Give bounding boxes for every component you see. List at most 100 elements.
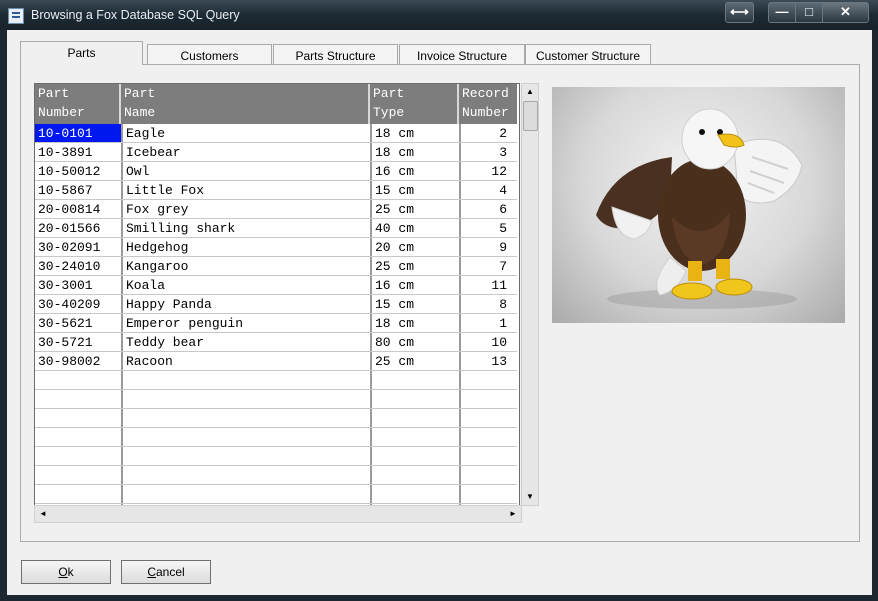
cell-record[interactable]: 5 <box>461 219 517 238</box>
cell-type[interactable]: 80 cm <box>372 333 459 352</box>
column-header-part-name[interactable]: Part Name <box>121 84 370 124</box>
column-header-part-number[interactable]: Part Number <box>35 84 121 124</box>
empty-cell[interactable] <box>372 409 459 428</box>
cell-name[interactable]: Emperor penguin <box>123 314 370 333</box>
empty-cell[interactable] <box>123 371 370 390</box>
cell-number[interactable]: 10-5867 <box>35 181 121 200</box>
empty-cell[interactable] <box>372 390 459 409</box>
cell-type[interactable]: 18 cm <box>372 143 459 162</box>
cell-type[interactable]: 25 cm <box>372 257 459 276</box>
cell-type[interactable]: 18 cm <box>372 314 459 333</box>
cell-record[interactable]: 12 <box>461 162 517 181</box>
empty-cell[interactable] <box>372 371 459 390</box>
empty-cell[interactable] <box>123 428 370 447</box>
cell-number[interactable]: 30-98002 <box>35 352 121 371</box>
empty-cell[interactable] <box>461 428 517 447</box>
tab-customer-structure[interactable]: Customer Structure <box>525 44 651 66</box>
cell-record[interactable]: 6 <box>461 200 517 219</box>
empty-cell[interactable] <box>35 390 121 409</box>
empty-cell[interactable] <box>372 428 459 447</box>
cell-record[interactable]: 8 <box>461 295 517 314</box>
cell-name[interactable]: Eagle <box>123 124 370 143</box>
ok-button[interactable]: Ok <box>21 560 111 584</box>
horizontal-scrollbar[interactable]: ◄ ► <box>34 505 522 523</box>
cell-name[interactable]: Smilling shark <box>123 219 370 238</box>
scroll-up-arrow-icon[interactable]: ▲ <box>522 84 538 100</box>
cell-number[interactable]: 10-0101 <box>35 124 121 143</box>
cell-record[interactable]: 1 <box>461 314 517 333</box>
empty-cell[interactable] <box>35 371 121 390</box>
cell-number[interactable]: 30-40209 <box>35 295 121 314</box>
empty-cell[interactable] <box>372 447 459 466</box>
cell-record[interactable]: 11 <box>461 276 517 295</box>
cell-name[interactable]: Owl <box>123 162 370 181</box>
cell-number[interactable]: 30-5721 <box>35 333 121 352</box>
cell-name[interactable]: Teddy bear <box>123 333 370 352</box>
column-header-record-number[interactable]: Record Number <box>459 84 517 124</box>
cell-number[interactable]: 30-5621 <box>35 314 121 333</box>
empty-cell[interactable] <box>461 447 517 466</box>
cell-type[interactable]: 15 cm <box>372 295 459 314</box>
column-header-part-type[interactable]: Part Type <box>370 84 459 124</box>
empty-cell[interactable] <box>461 466 517 485</box>
cell-number[interactable]: 30-24010 <box>35 257 121 276</box>
empty-cell[interactable] <box>123 485 370 504</box>
scroll-thumb[interactable] <box>523 101 538 131</box>
cell-name[interactable]: Icebear <box>123 143 370 162</box>
cell-record[interactable]: 3 <box>461 143 517 162</box>
cell-record[interactable]: 10 <box>461 333 517 352</box>
cell-number[interactable]: 30-3001 <box>35 276 121 295</box>
empty-cell[interactable] <box>35 447 121 466</box>
empty-cell[interactable] <box>35 409 121 428</box>
cell-name[interactable]: Happy Panda <box>123 295 370 314</box>
empty-cell[interactable] <box>461 371 517 390</box>
cell-type[interactable]: 15 cm <box>372 181 459 200</box>
cancel-button[interactable]: Cancel <box>121 560 211 584</box>
tab-parts[interactable]: Parts <box>20 41 143 65</box>
cell-name[interactable]: Kangaroo <box>123 257 370 276</box>
cell-type[interactable]: 20 cm <box>372 238 459 257</box>
cell-number[interactable]: 20-00814 <box>35 200 121 219</box>
empty-cell[interactable] <box>35 428 121 447</box>
empty-cell[interactable] <box>123 466 370 485</box>
cell-name[interactable]: Racoon <box>123 352 370 371</box>
tab-customers[interactable]: Customers <box>147 44 272 66</box>
empty-cell[interactable] <box>461 409 517 428</box>
cell-type[interactable]: 18 cm <box>372 124 459 143</box>
cell-number[interactable]: 10-3891 <box>35 143 121 162</box>
cell-name[interactable]: Koala <box>123 276 370 295</box>
tab-parts-structure[interactable]: Parts Structure <box>273 44 398 66</box>
title-bar[interactable]: Browsing a Fox Database SQL Query ⟷ — □ … <box>0 0 878 30</box>
cell-type[interactable]: 25 cm <box>372 352 459 371</box>
cell-type[interactable]: 40 cm <box>372 219 459 238</box>
empty-cell[interactable] <box>123 390 370 409</box>
cell-record[interactable]: 7 <box>461 257 517 276</box>
cell-name[interactable]: Fox grey <box>123 200 370 219</box>
empty-cell[interactable] <box>461 485 517 504</box>
minimize-button[interactable]: — <box>768 2 796 23</box>
vertical-scrollbar[interactable]: ▲ ▼ <box>521 83 539 506</box>
app-icon[interactable] <box>8 8 24 24</box>
cell-record[interactable]: 2 <box>461 124 517 143</box>
cell-number[interactable]: 30-02091 <box>35 238 121 257</box>
close-button[interactable]: ✕ <box>822 2 869 23</box>
empty-cell[interactable] <box>35 466 121 485</box>
scroll-down-arrow-icon[interactable]: ▼ <box>522 489 538 505</box>
cell-number[interactable]: 10-50012 <box>35 162 121 181</box>
scroll-left-arrow-icon[interactable]: ◄ <box>35 506 51 522</box>
parts-grid[interactable]: Part Number Part Name Part Type Record Numbe… <box>34 83 520 507</box>
empty-cell[interactable] <box>123 409 370 428</box>
cell-name[interactable]: Hedgehog <box>123 238 370 257</box>
empty-cell[interactable] <box>372 466 459 485</box>
cell-record[interactable]: 9 <box>461 238 517 257</box>
cell-type[interactable]: 25 cm <box>372 200 459 219</box>
cell-type[interactable]: 16 cm <box>372 162 459 181</box>
cell-number[interactable]: 20-01566 <box>35 219 121 238</box>
empty-cell[interactable] <box>123 447 370 466</box>
tab-invoice-structure[interactable]: Invoice Structure <box>399 44 525 66</box>
empty-cell[interactable] <box>372 485 459 504</box>
cell-type[interactable]: 16 cm <box>372 276 459 295</box>
cell-record[interactable]: 13 <box>461 352 517 371</box>
maximize-button[interactable]: □ <box>795 2 823 23</box>
resize-button[interactable]: ⟷ <box>725 2 754 23</box>
